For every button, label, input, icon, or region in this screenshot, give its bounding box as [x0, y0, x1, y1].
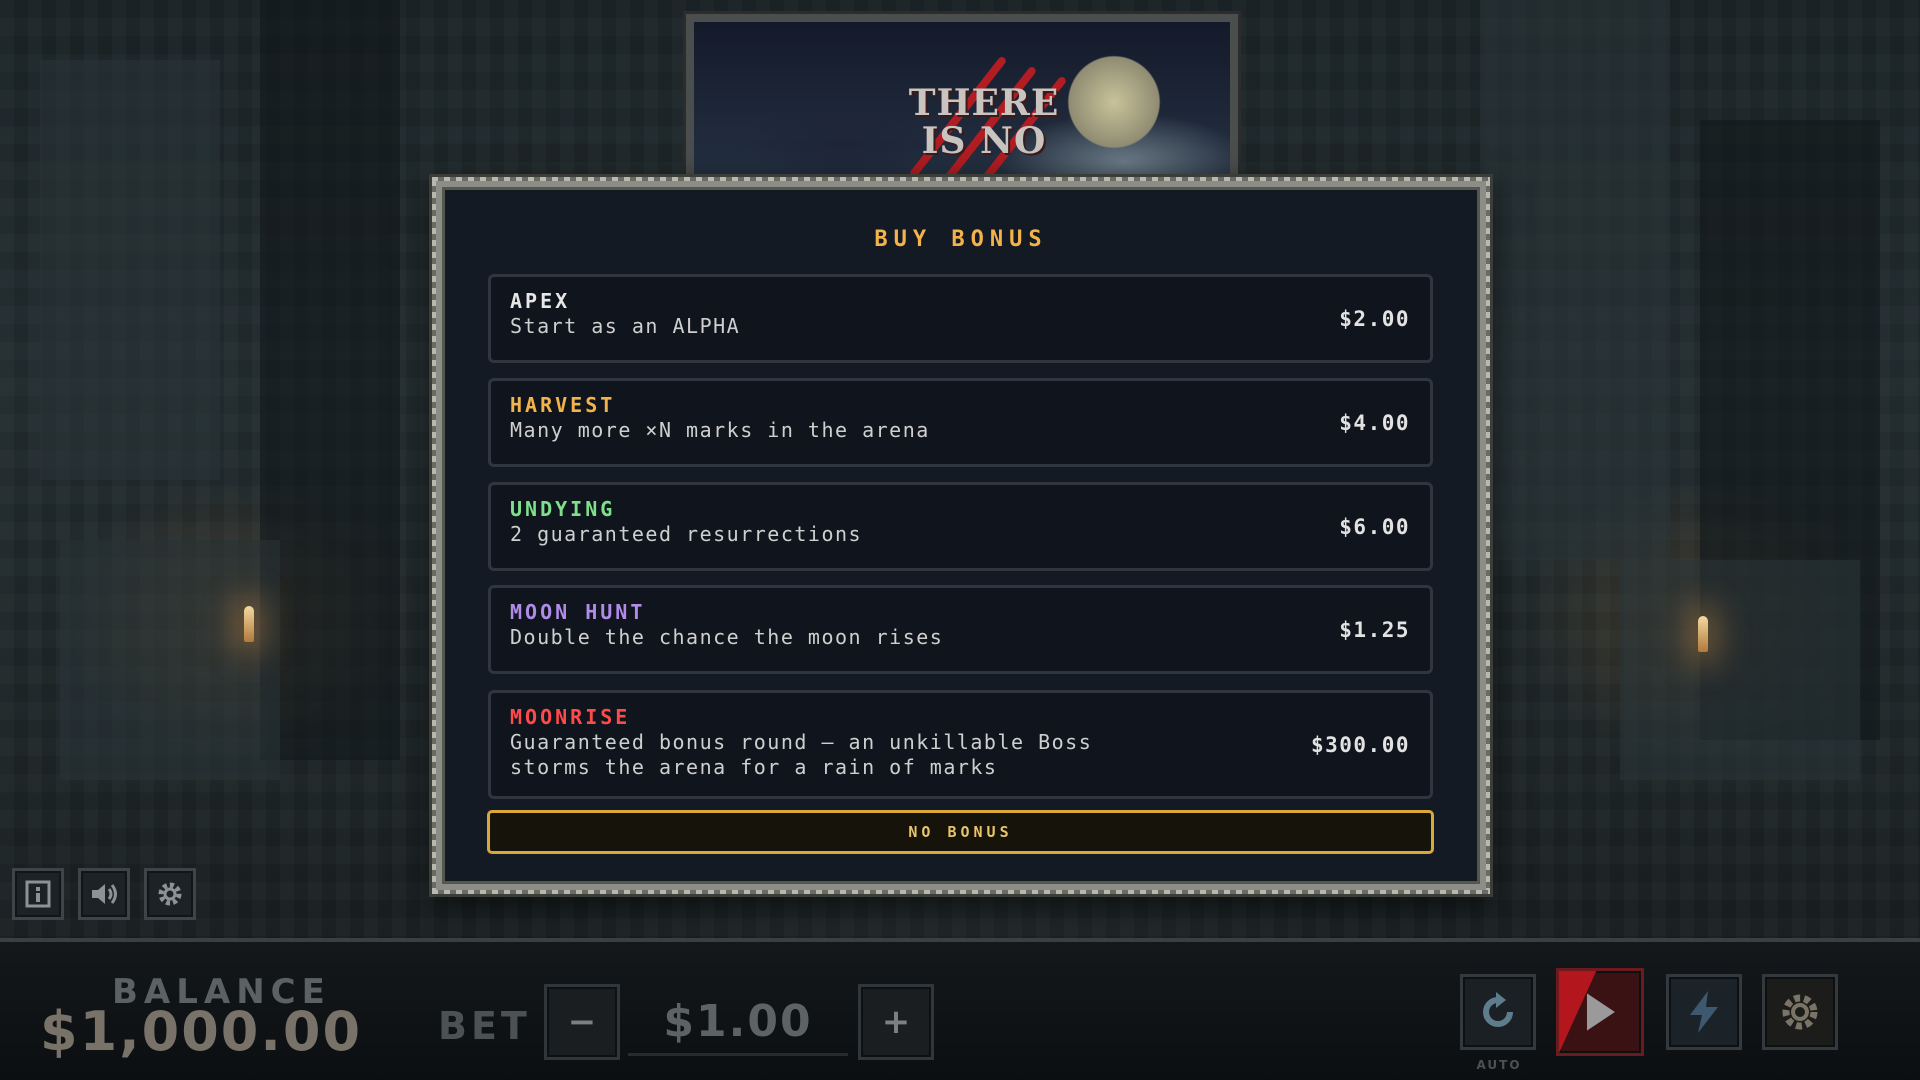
ruins-left: [60, 540, 280, 780]
buy-bonus-modal: BUY BONUS APEX Start as an ALPHA $2.00 H…: [432, 177, 1490, 894]
tower-left-dark: [260, 0, 400, 760]
bonus-option-undying[interactable]: UNDYING 2 guaranteed resurrections $6.00: [488, 482, 1433, 571]
auto-label: AUTO: [1476, 1058, 1522, 1072]
bet-label: BET: [438, 1004, 531, 1048]
torch-left: [244, 606, 254, 642]
sound-icon: [92, 884, 117, 904]
bet-value: $1.00: [628, 988, 848, 1056]
game-title-banner: THERE IS NO: [683, 11, 1241, 187]
info-button[interactable]: [12, 868, 64, 920]
bonus-option-moonrise[interactable]: MOONRISE Guaranteed bonus round — an unk…: [488, 690, 1433, 799]
option-price: $2.00: [1339, 306, 1410, 331]
autoplay-button[interactable]: [1460, 974, 1536, 1050]
lightning-icon: [1690, 991, 1718, 1033]
option-name: UNDYING: [510, 497, 616, 521]
bet-decrease-button[interactable]: −: [544, 984, 620, 1060]
no-bonus-button[interactable]: NO BONUS: [487, 810, 1434, 854]
autoplay-icon: [1483, 992, 1513, 1027]
option-price: $6.00: [1339, 514, 1410, 539]
bonus-option-apex[interactable]: APEX Start as an ALPHA $2.00: [488, 274, 1433, 363]
option-name: MOON HUNT: [510, 600, 646, 624]
option-price: $4.00: [1339, 410, 1410, 435]
sound-button[interactable]: [78, 868, 130, 920]
option-description: Many more ×N marks in the arena: [510, 418, 930, 442]
option-description: Double the chance the moon rises: [510, 625, 944, 649]
bonus-option-harvest[interactable]: HARVEST Many more ×N marks in the arena …: [488, 378, 1433, 467]
option-name: APEX: [510, 289, 571, 313]
option-price: $300.00: [1310, 732, 1410, 757]
option-name: MOONRISE: [510, 705, 631, 729]
game-title: THERE IS NO: [908, 82, 1060, 162]
option-price: $1.25: [1339, 617, 1410, 642]
ruins-right: [1620, 560, 1860, 780]
torch-right: [1698, 616, 1708, 652]
option-name: HARVEST: [510, 393, 616, 417]
gear-button[interactable]: [144, 868, 196, 920]
bonus-option-moon-hunt[interactable]: MOON HUNT Double the chance the moon ris…: [488, 585, 1433, 674]
info-icon: [25, 880, 51, 908]
settings-icon: [1782, 994, 1818, 1030]
modal-title: BUY BONUS: [874, 227, 1048, 252]
tower-left: [40, 60, 220, 480]
balance-value: $1,000.00: [40, 1000, 363, 1063]
spin-button[interactable]: [1556, 968, 1644, 1056]
turbo-button[interactable]: [1666, 974, 1742, 1050]
gear-icon: [158, 882, 182, 906]
option-description: Guaranteed bonus round — an unkillable B…: [510, 730, 1093, 779]
tower-right: [1480, 0, 1670, 560]
bet-increase-button[interactable]: +: [858, 984, 934, 1060]
bottom-control-bar: BALANCE $1,000.00 BET − $1.00 + AUTO: [0, 938, 1920, 1080]
option-description: Start as an ALPHA: [510, 314, 741, 338]
option-description: 2 guaranteed resurrections: [510, 522, 863, 546]
settings-button[interactable]: [1762, 974, 1838, 1050]
play-icon: [1559, 971, 1615, 1053]
